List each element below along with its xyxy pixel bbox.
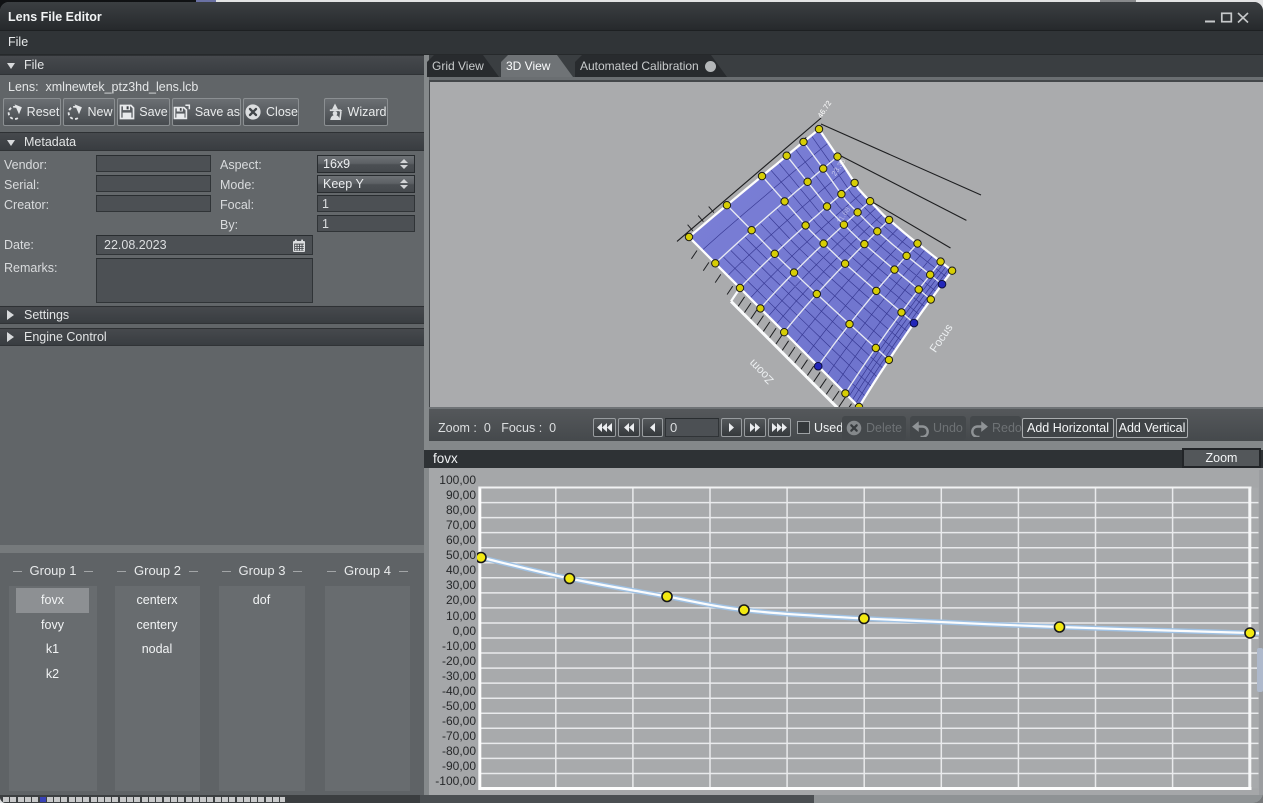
svg-text:46.72: 46.72 xyxy=(816,99,834,120)
svg-text:Focus: Focus xyxy=(928,322,956,355)
svg-text:Zoom: Zoom xyxy=(747,357,776,386)
